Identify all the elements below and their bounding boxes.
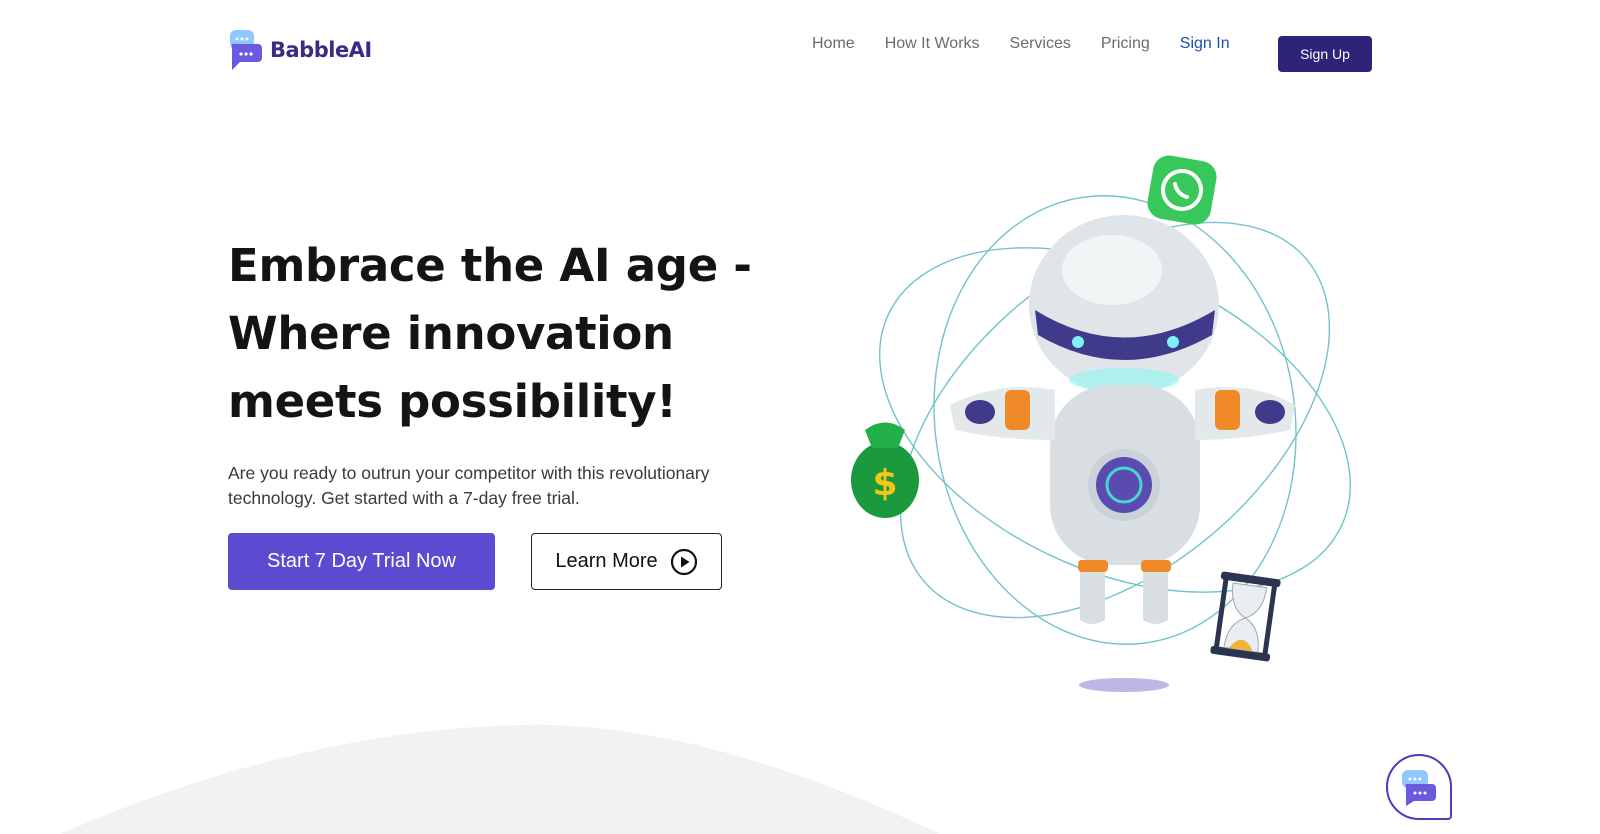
hourglass-icon <box>1210 571 1281 662</box>
chat-widget-icon <box>1402 770 1436 806</box>
hero-subtitle: Are you ready to outrun your competitor … <box>228 463 710 508</box>
chat-widget-button[interactable] <box>1386 754 1452 820</box>
whatsapp-icon <box>1147 155 1217 225</box>
hero-title-line-2: Where innovation <box>228 307 674 360</box>
site-header: BabbleAI Home How It Works Services Pric… <box>0 0 1600 100</box>
nav-services[interactable]: Services <box>1010 35 1071 53</box>
robot-shadow <box>1079 678 1169 692</box>
play-circle-icon <box>670 548 697 575</box>
sign-in-link[interactable]: Sign In <box>1180 35 1230 53</box>
learn-more-button[interactable]: Learn More <box>531 533 722 590</box>
background-wave <box>60 724 940 834</box>
hero-title: Embrace the AI age - Where innovation me… <box>228 232 788 436</box>
start-trial-button[interactable]: Start 7 Day Trial Now <box>228 533 495 590</box>
nav-how-it-works[interactable]: How It Works <box>885 35 980 53</box>
hero-title-line-3: meets possibility! <box>228 375 677 428</box>
nav-pricing[interactable]: Pricing <box>1101 35 1150 53</box>
chat-bubble-logo-icon <box>230 30 262 70</box>
nav-home[interactable]: Home <box>812 35 855 53</box>
money-bag-icon: $ <box>851 422 919 518</box>
svg-text:$: $ <box>872 463 897 504</box>
hero-title-line-1: Embrace the AI age - <box>228 239 752 292</box>
robot-figure <box>950 215 1295 624</box>
learn-more-label: Learn More <box>555 550 658 572</box>
brand-name: BabbleAI <box>270 38 372 62</box>
robot-illustration: $ <box>851 155 1351 692</box>
brand-logo[interactable]: BabbleAI <box>228 30 372 70</box>
sign-up-button[interactable]: Sign Up <box>1278 36 1372 72</box>
main-nav: Home How It Works Services Pricing Sign … <box>812 35 1260 53</box>
